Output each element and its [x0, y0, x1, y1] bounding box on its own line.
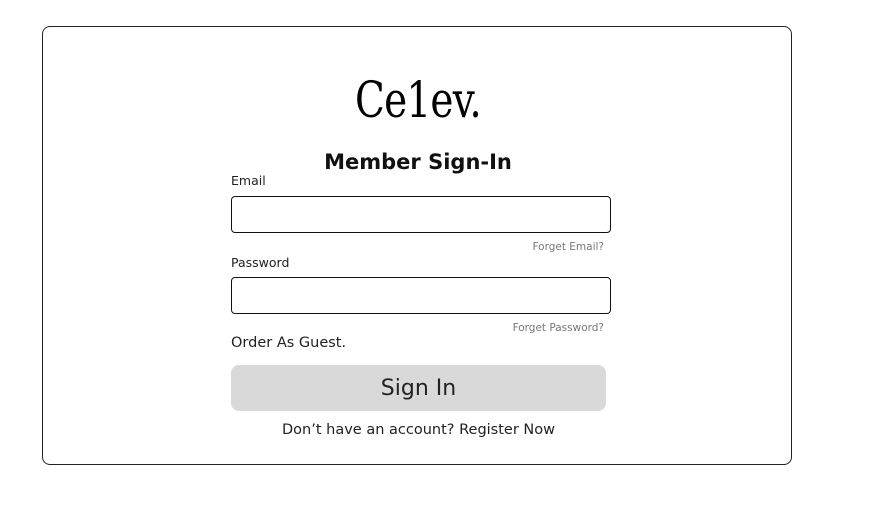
sign-in-button[interactable]: Sign In: [231, 365, 606, 411]
password-field[interactable]: [231, 277, 611, 314]
email-label: Email: [231, 173, 266, 188]
register-prompt: Don’t have an account?: [282, 422, 455, 438]
forgot-email-link[interactable]: Forget Email?: [532, 240, 604, 254]
brand-logo: Ce1ev.: [355, 71, 482, 129]
forgot-password-link[interactable]: Forget Password?: [513, 321, 604, 335]
register-line: Don’t have an account? Register Now: [231, 420, 606, 440]
order-as-guest-link[interactable]: Order As Guest.: [231, 333, 346, 353]
page-title: Member Sign-In: [324, 150, 512, 174]
signin-card: Ce1ev. Member Sign-In Email Forget Email…: [42, 26, 792, 465]
register-now-link[interactable]: Register Now: [459, 422, 555, 438]
email-field[interactable]: [231, 196, 611, 233]
password-label: Password: [231, 255, 290, 270]
